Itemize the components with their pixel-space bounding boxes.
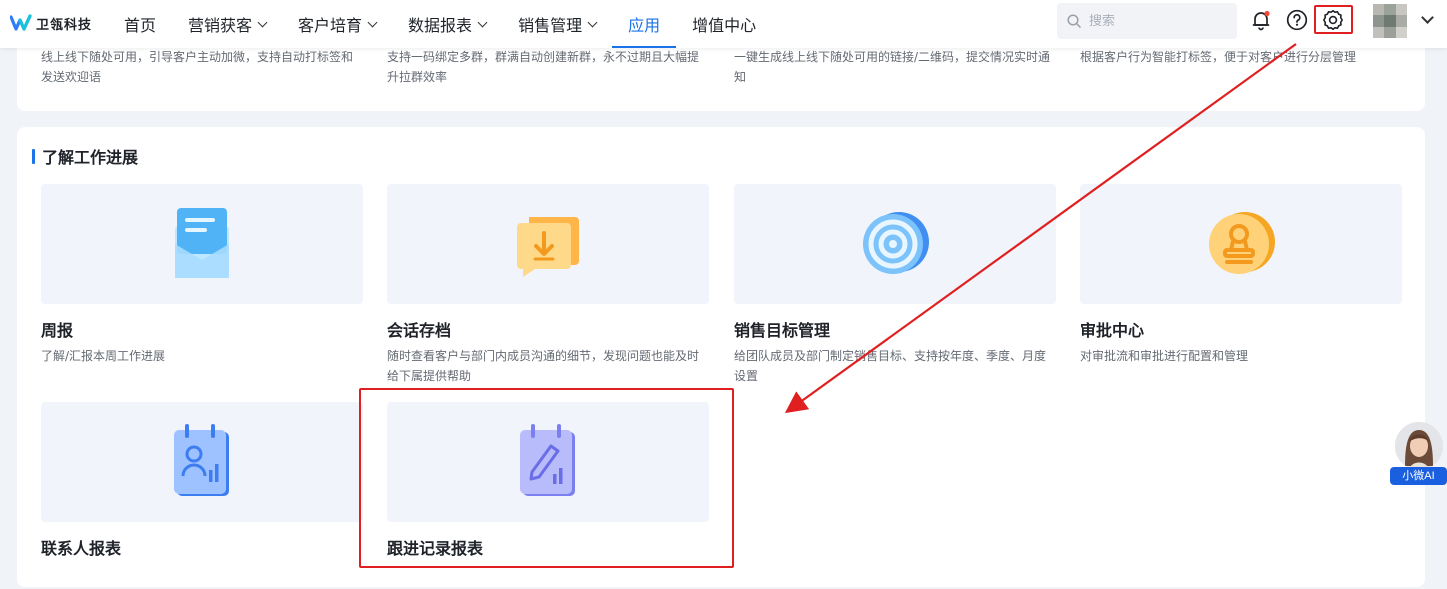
app-name[interactable]: 周报 (41, 317, 73, 341)
nav-item-sales-management[interactable]: 销售管理 (502, 0, 612, 48)
top-navigation-bar: 卫瓴科技 首页 营销获客 客户培育 数据报表 销售管理 应用 增值中心 (0, 0, 1447, 48)
section-title-text: 了解工作进展 (42, 148, 139, 167)
chevron-down-icon (257, 17, 268, 27)
logo-text: 卫瓴科技 (36, 17, 93, 33)
nav-label: 销售管理 (518, 16, 583, 35)
search-box[interactable] (1057, 3, 1237, 39)
app-tile-weekly-report[interactable] (41, 184, 363, 304)
nav-item-data-reports[interactable]: 数据报表 (392, 0, 502, 48)
download-chat-icon (517, 217, 579, 277)
app-description: 线上线下随处可用，引导客户主动加微，支持自动打标签和发送欢迎语 (41, 50, 354, 84)
app-tile-chat-archive[interactable] (387, 184, 709, 304)
chevron-down-icon (587, 17, 598, 27)
nav-item-value-added[interactable]: 增值中心 (676, 0, 772, 48)
app-description: 给团队成员及部门制定销售目标、支持按年度、季度、月度设置 (734, 349, 1047, 383)
target-icon (863, 212, 929, 274)
app-description: 支持一码绑定多群，群满自动创建新群，永不过期且大幅提升拉群效率 (387, 50, 700, 84)
search-input[interactable] (1089, 13, 1219, 29)
app-tile-approval-center[interactable] (1080, 184, 1402, 304)
nav-label: 客户培育 (298, 16, 363, 35)
logo-mark-icon (10, 14, 32, 31)
nav-item-apps[interactable]: 应用 (612, 0, 677, 48)
app-name[interactable]: 审批中心 (1080, 317, 1144, 341)
ai-assistant-widget[interactable]: 小微AI (1390, 422, 1447, 485)
help-icon[interactable] (1284, 7, 1310, 33)
chevron-down-icon (477, 17, 488, 27)
app-tile-sales-target[interactable] (734, 184, 1056, 304)
nav-label: 应用 (628, 16, 661, 35)
ai-avatar (1395, 422, 1443, 470)
app-description: 随时查看客户与部门内成员沟通的细节，发现问题也能及时给下属提供帮助 (387, 349, 700, 383)
nav-label: 增值中心 (692, 16, 757, 35)
followup-report-highlight-box (359, 388, 734, 568)
envelope-icon (175, 208, 229, 278)
chevron-down-icon[interactable] (1421, 11, 1434, 24)
nav-item-customer-nurture[interactable]: 客户培育 (282, 0, 392, 48)
contact-report-icon (174, 424, 229, 496)
nav-label: 数据报表 (408, 16, 473, 35)
settings-highlight-box (1314, 5, 1353, 34)
app-name[interactable]: 会话存档 (387, 317, 451, 341)
app-description: 对审批流和审批进行配置和管理 (1080, 349, 1249, 363)
bell-icon[interactable] (1248, 7, 1274, 33)
main-nav: 首页 营销获客 客户培育 数据报表 销售管理 应用 增值中心 (108, 0, 772, 48)
chevron-down-icon (367, 17, 378, 27)
nav-label: 营销获客 (188, 16, 253, 35)
stamp-icon (1209, 212, 1275, 274)
app-name[interactable]: 销售目标管理 (734, 317, 830, 341)
user-avatar[interactable] (1373, 4, 1407, 38)
nav-label: 首页 (124, 16, 157, 35)
app-tile-contact-report[interactable] (41, 402, 363, 522)
app-description: 根据客户行为智能打标签，便于对客户进行分层管理 (1080, 50, 1357, 64)
app-name[interactable]: 联系人报表 (41, 535, 121, 559)
section-title: 了解工作进展 (32, 146, 139, 167)
app-description: 一键生成线上线下随处可用的链接/二维码，提交情况实时通知 (734, 50, 1051, 84)
ai-label: 小微AI (1390, 467, 1447, 485)
title-accent-bar (32, 148, 35, 164)
nav-item-marketing[interactable]: 营销获客 (172, 0, 282, 48)
nav-item-home[interactable]: 首页 (108, 0, 172, 48)
app-description: 了解/汇报本周工作进展 (41, 349, 166, 363)
search-icon (1067, 14, 1081, 28)
company-logo[interactable]: 卫瓴科技 (10, 12, 92, 34)
